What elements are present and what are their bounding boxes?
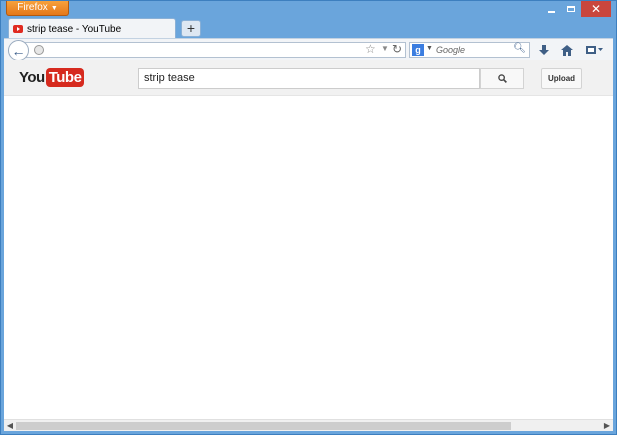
logo-tube: Tube [45, 68, 85, 87]
home-icon[interactable] [559, 42, 575, 58]
youtube-favicon-icon [13, 25, 23, 33]
scrollbar-thumb[interactable] [16, 422, 511, 430]
url-bar[interactable]: ☆ ▼ ↻ [25, 42, 406, 58]
close-icon: ✕ [590, 2, 602, 16]
bookmark-star-icon[interactable]: ☆ [365, 42, 376, 56]
firefox-menu-button[interactable]: Firefox ▼ [6, 1, 69, 16]
history-dropdown-icon[interactable]: ▼ [381, 44, 389, 53]
tab-title: strip tease - YouTube [27, 23, 122, 35]
downloads-icon[interactable] [536, 42, 552, 58]
globe-icon [34, 45, 44, 55]
scroll-right-icon[interactable]: ▶ [601, 420, 613, 432]
new-tab-button[interactable]: + [181, 20, 201, 37]
chevron-down-icon: ▼ [50, 5, 58, 12]
horizontal-scrollbar[interactable]: ◀ ▶ [4, 419, 613, 431]
tab-youtube[interactable]: strip tease - YouTube [8, 18, 176, 39]
page-content: You Tube strip tease Upload [4, 60, 613, 419]
google-engine-icon[interactable]: g [412, 44, 424, 56]
browser-search-bar[interactable]: g ▼ Google 🔍︎ [409, 42, 530, 58]
bookmarks-menu-icon[interactable] [584, 42, 606, 58]
scroll-left-icon[interactable]: ◀ [4, 420, 16, 432]
browser-window: Firefox ▼ ✕ strip tease - YouTube + ☆ ▼ ↻… [0, 0, 617, 435]
back-arrow-icon: ← [11, 42, 26, 59]
chevron-down-icon: ▼ [426, 45, 433, 52]
search-icon[interactable]: 🔍︎ [513, 43, 526, 54]
youtube-search-input[interactable]: strip tease [138, 68, 480, 89]
search-placeholder: Google [436, 45, 466, 55]
minimize-icon [547, 10, 555, 13]
maximize-button[interactable] [561, 1, 581, 17]
window-controls: ✕ [541, 1, 611, 17]
upload-button[interactable]: Upload [541, 68, 582, 89]
youtube-header: You Tube strip tease Upload [4, 60, 613, 96]
firefox-menu-label: Firefox [17, 2, 48, 13]
back-button[interactable]: ← [8, 40, 29, 61]
minimize-button[interactable] [541, 1, 561, 17]
youtube-search-button[interactable] [480, 68, 524, 89]
youtube-logo[interactable]: You Tube [19, 68, 85, 87]
close-button[interactable]: ✕ [581, 1, 611, 17]
search-icon [497, 74, 507, 83]
reload-icon[interactable]: ↻ [392, 42, 402, 56]
navigation-toolbar: ☆ ▼ ↻ ← g ▼ Google 🔍︎ [4, 38, 613, 61]
maximize-icon [567, 6, 575, 12]
logo-you: You [19, 69, 45, 86]
